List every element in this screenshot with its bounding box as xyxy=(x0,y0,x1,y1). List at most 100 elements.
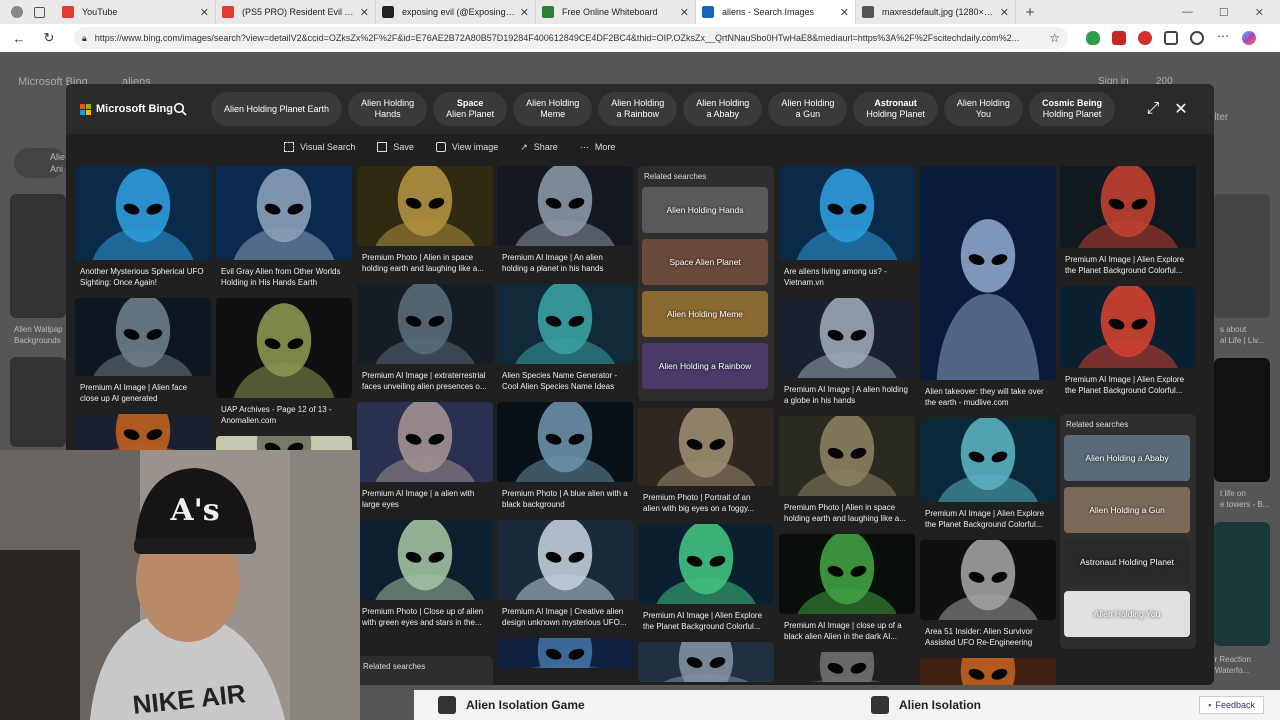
minimize-icon[interactable]: — xyxy=(1182,6,1193,19)
image-result[interactable]: Premium AI Image | Alien Explore the Pla… xyxy=(638,524,774,634)
maximize-icon[interactable]: ☐ xyxy=(1219,6,1229,19)
image-result[interactable]: Premium AI Image | close up of a black a… xyxy=(779,534,915,644)
close-window-icon[interactable]: ✕ xyxy=(1255,6,1264,19)
image-result[interactable] xyxy=(779,652,915,682)
profile-icon[interactable] xyxy=(11,6,24,18)
refresh-icon[interactable]: ↻ xyxy=(38,30,60,46)
related-search-item[interactable]: Alien Holding You xyxy=(1064,591,1190,637)
feedback-button[interactable]: ▪ Feedback xyxy=(1199,696,1264,714)
close-tab-icon[interactable]: ✕ xyxy=(840,6,849,19)
related-search-item[interactable]: Astronaut Holding Planet xyxy=(1064,539,1190,585)
tab-maxresdefault[interactable]: maxresdefault.jpg (1280×720) ✕ xyxy=(856,0,1016,24)
view-image-label: View image xyxy=(451,142,499,152)
related-chip[interactable]: Alien Holding You xyxy=(943,92,1023,126)
expand-icon[interactable]: ⤢ xyxy=(1144,100,1162,118)
image-result[interactable]: Premium AI Image | Alien Explore the Pla… xyxy=(920,418,1056,532)
adblock-extension-icon[interactable] xyxy=(1138,31,1152,45)
close-tab-icon[interactable]: ✕ xyxy=(680,6,689,19)
save-button[interactable]: Save xyxy=(377,142,414,152)
related-chip[interactable]: Cosmic Being Holding Planet xyxy=(1028,92,1115,126)
image-result[interactable]: Area 51 Insider: Alien Survivor Assisted… xyxy=(920,540,1056,650)
related-chip[interactable]: Alien Holding Meme xyxy=(513,92,593,126)
image-result[interactable]: Alien Species Name Generator - Cool Alie… xyxy=(497,284,633,394)
image-result[interactable]: Premium Photo | A blue alien with a blac… xyxy=(497,402,633,512)
puzzle-extension-icon[interactable] xyxy=(1164,31,1178,45)
related-search-item[interactable]: Alien Holding Meme xyxy=(642,291,768,337)
image-result[interactable]: Premium AI Image | extraterrestrial face… xyxy=(357,284,493,394)
image-result[interactable]: UAP Archives - Page 12 of 13 - Anomalien… xyxy=(216,298,352,428)
image-result[interactable]: Premium Photo | Portrait of an alien wit… xyxy=(638,408,774,516)
image-result[interactable]: Are aliens living among us? - Vietnam.vn xyxy=(779,166,915,290)
share-button[interactable]: ↗ Share xyxy=(520,142,558,153)
close-tab-icon[interactable]: ✕ xyxy=(360,6,369,19)
image-result[interactable]: Premium AI Image | Alien face close up A… xyxy=(75,298,211,406)
related-chip[interactable]: Alien Holding Planet Earth xyxy=(211,92,343,126)
microsoft-logo-icon xyxy=(80,103,91,115)
alien-thumbnail xyxy=(920,166,1056,380)
visual-search-button[interactable]: Visual Search xyxy=(284,142,355,152)
close-icon[interactable]: ✕ xyxy=(1172,100,1190,118)
search-icon[interactable] xyxy=(169,98,191,120)
related-chip[interactable]: Space Alien Planet xyxy=(433,92,508,126)
close-tab-icon[interactable]: ✕ xyxy=(200,6,209,19)
image-result[interactable]: Premium AI Image | Alien Explore the Pla… xyxy=(1060,286,1196,398)
related-search-item[interactable]: Alien Holding Hands xyxy=(642,187,768,233)
close-tab-icon[interactable]: ✕ xyxy=(520,6,529,19)
tab-resident-evil[interactable]: (PS5 PRO) Resident Evil 3 Remake ✕ xyxy=(216,0,376,24)
image-caption: UAP Archives - Page 12 of 13 - Anomalien… xyxy=(221,405,332,425)
related-search-item[interactable]: Alien Holding a Gun xyxy=(1064,487,1190,533)
new-tab-button[interactable]: + xyxy=(1016,4,1044,21)
image-result[interactable] xyxy=(497,638,633,668)
image-result[interactable]: Another Mysterious Spherical UFO Sightin… xyxy=(75,166,211,290)
suggestion-alien-isolation-game[interactable]: Alien Isolation Game xyxy=(438,696,847,714)
related-chip[interactable]: Alien Holding a Ababy xyxy=(683,92,763,126)
related-search-item[interactable]: Alien Holding a Ababy xyxy=(1064,435,1190,481)
image-result[interactable] xyxy=(638,642,774,682)
image-result[interactable]: Premium Photo | Alien in space holding e… xyxy=(779,416,915,526)
image-caption: Another Mysterious Spherical UFO Sightin… xyxy=(80,267,204,287)
shield-extension-icon[interactable] xyxy=(1086,31,1100,45)
favorites-icon[interactable] xyxy=(1190,31,1204,45)
chip-text: Alien Holding a Rainbow xyxy=(611,98,665,119)
copilot-icon[interactable] xyxy=(1242,31,1256,45)
more-button[interactable]: ⋯ More xyxy=(580,142,616,153)
alien-thumbnail xyxy=(497,520,633,600)
related-chip[interactable]: Astronaut Holding Planet xyxy=(853,92,938,126)
related-chip[interactable]: Alien Holding a Rainbow xyxy=(598,92,678,126)
url-field[interactable]: 🔒︎ https://www.bing.com/images/search?vi… xyxy=(74,27,1068,49)
tab-bing-images[interactable]: aliens - Search Images ✕ xyxy=(696,0,856,24)
favorite-star-icon[interactable]: ☆ xyxy=(1049,31,1060,45)
image-result[interactable]: Premium AI Image | Creative alien design… xyxy=(497,520,633,630)
image-result[interactable]: Premium Photo | Alien in space holding e… xyxy=(357,166,493,276)
chip-text: Alien Holding Meme xyxy=(526,98,580,119)
tab-actions-icon[interactable] xyxy=(33,6,45,18)
tab-title: aliens - Search Images xyxy=(722,7,815,17)
close-tab-icon[interactable]: ✕ xyxy=(1000,6,1009,19)
image-result[interactable]: Evil Gray Alien from Other Worlds Holdin… xyxy=(216,166,352,290)
related-search-item[interactable]: Alien Holding a Rainbow xyxy=(642,343,768,389)
image-result[interactable]: Alien takeover: they will take over the … xyxy=(920,166,1056,410)
image-result[interactable]: Premium AI Image | Alien Explore the Pla… xyxy=(1060,166,1196,278)
related-chip[interactable]: Alien Holding a Gun xyxy=(768,92,848,126)
image-result[interactable]: Premium AI Image | a alien with large ey… xyxy=(357,402,493,512)
related-chip[interactable]: Alien Holding Hands xyxy=(348,92,428,126)
background-image xyxy=(10,194,66,318)
view-image-button[interactable]: View image xyxy=(435,142,499,152)
more-options-icon[interactable]: ⋯ xyxy=(1216,30,1230,45)
back-icon[interactable]: ← xyxy=(8,31,30,46)
image-result[interactable] xyxy=(920,658,1056,685)
tab-youtube[interactable]: YouTube ✕ xyxy=(56,0,216,24)
tab-title: YouTube xyxy=(82,7,118,17)
image-result[interactable]: Premium Photo | Close up of alien with g… xyxy=(357,520,493,630)
related-search-item[interactable]: Space Alien Planet xyxy=(642,239,768,285)
image-result[interactable]: Premium AI Image | An alien holding a pl… xyxy=(497,166,633,276)
tab-whiteboard[interactable]: Free Online Whiteboard ✕ xyxy=(536,0,696,24)
tab-x-exposing-evil[interactable]: exposing evil (@Exposingevil917) ✕ xyxy=(376,0,536,24)
image-result[interactable] xyxy=(75,414,211,454)
search-icon xyxy=(702,6,714,18)
image-result[interactable]: Premium AI Image | A alien holding a glo… xyxy=(779,298,915,408)
lock-icon[interactable]: 🔒︎ xyxy=(82,33,87,44)
tv-extension-icon[interactable] xyxy=(1112,31,1126,45)
image-caption: Premium AI Image | Alien Explore the Pla… xyxy=(1065,255,1185,275)
bing-logo[interactable]: Microsoft Bing xyxy=(80,103,173,115)
